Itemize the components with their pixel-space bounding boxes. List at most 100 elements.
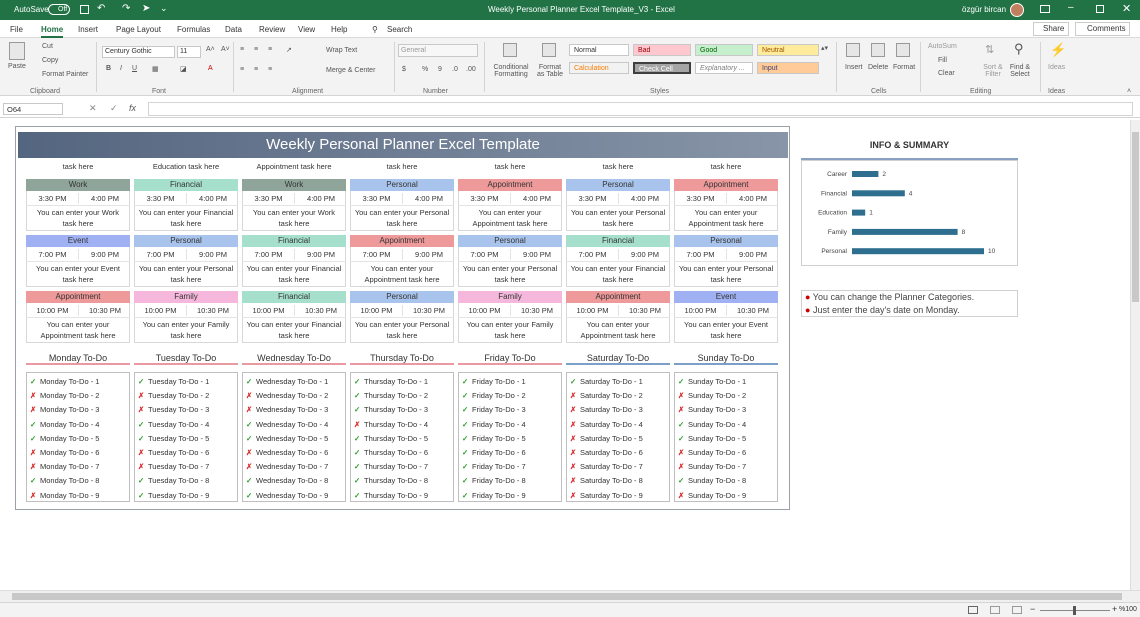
todo-item[interactable]: ✓ Friday To-Do - 2 <box>459 389 563 403</box>
find-select-icon[interactable]: ⚲ <box>1014 41 1024 57</box>
checkmark-icon[interactable]: ✓ <box>246 418 256 432</box>
schedule-cell[interactable]: Financial 3:30 PM 4:00 PM You can enter you… <box>134 179 238 231</box>
fill-color-icon[interactable]: ◪ <box>180 65 187 73</box>
tab-home[interactable]: Home <box>41 25 64 38</box>
ideas-button[interactable]: Ideas <box>1048 64 1065 71</box>
name-box[interactable]: O64 <box>3 103 63 115</box>
checkmark-icon[interactable]: ✓ <box>138 375 148 389</box>
checkmark-icon[interactable]: ✓ <box>30 375 40 389</box>
todo-item[interactable]: ✓ Friday To-Do - 3 <box>459 403 563 417</box>
tab-data[interactable]: Data <box>225 25 242 34</box>
cross-icon[interactable]: ✗ <box>30 489 40 503</box>
todo-item[interactable]: ✗ Sunday To-Do - 2 <box>675 389 779 403</box>
fill-button[interactable]: Fill <box>938 57 947 64</box>
todo-item[interactable]: ✗ Tuesday To-Do - 6 <box>135 446 239 460</box>
todo-item[interactable]: ✗ Tuesday To-Do - 3 <box>135 403 239 417</box>
font-size-select[interactable]: 11 <box>177 46 201 58</box>
todo-item[interactable]: ✗ Wednesday To-Do - 3 <box>243 403 347 417</box>
todo-item[interactable]: ✓ Friday To-Do - 4 <box>459 418 563 432</box>
cancel-icon[interactable]: ✕ <box>89 103 97 114</box>
checkmark-icon[interactable]: ✓ <box>462 403 472 417</box>
cross-icon[interactable]: ✗ <box>570 403 580 417</box>
redo-icon[interactable]: ↷ <box>122 3 130 14</box>
cross-icon[interactable]: ✗ <box>570 432 580 446</box>
task-cell-top[interactable]: task here <box>674 162 778 172</box>
todo-item[interactable]: ✓ Friday To-Do - 5 <box>459 432 563 446</box>
schedule-cell[interactable]: Family 10:00 PM 10:30 PM You can enter your… <box>134 291 238 343</box>
schedule-cell[interactable]: Personal 3:30 PM 4:00 PM You can enter your… <box>566 179 670 231</box>
todo-item[interactable]: ✗ Sunday To-Do - 6 <box>675 446 779 460</box>
cross-icon[interactable]: ✗ <box>30 403 40 417</box>
align-middle-icon[interactable]: ≡ <box>254 46 258 53</box>
checkmark-icon[interactable]: ✓ <box>462 418 472 432</box>
checkmark-icon[interactable]: ✓ <box>462 389 472 403</box>
todo-item[interactable]: ✓ Wednesday To-Do - 1 <box>243 375 347 389</box>
task-cell-top[interactable]: task here <box>26 162 130 172</box>
task-cell-top[interactable]: task here <box>566 162 670 172</box>
todo-item[interactable]: ✓ Wednesday To-Do - 8 <box>243 474 347 488</box>
sort-filter-button[interactable]: Sort & Filter <box>980 64 1006 78</box>
checkmark-icon[interactable]: ✓ <box>30 418 40 432</box>
wrap-text-button[interactable]: Wrap Text <box>326 47 357 54</box>
checkmark-icon[interactable]: ✓ <box>354 375 364 389</box>
zoom-out-icon[interactable]: − <box>1030 604 1035 614</box>
checkmark-icon[interactable]: ✓ <box>246 375 256 389</box>
cross-icon[interactable]: ✗ <box>246 446 256 460</box>
checkmark-icon[interactable]: ✓ <box>462 375 472 389</box>
formula-input[interactable] <box>148 102 1133 116</box>
todo-item[interactable]: ✓ Tuesday To-Do - 1 <box>135 375 239 389</box>
schedule-cell[interactable]: Appointment 3:30 PM 4:00 PM You can enter y… <box>674 179 778 231</box>
cross-icon[interactable]: ✗ <box>678 403 688 417</box>
schedule-cell[interactable]: Financial 10:00 PM 10:30 PM You can enter y… <box>242 291 346 343</box>
todo-item[interactable]: ✓ Tuesday To-Do - 5 <box>135 432 239 446</box>
checkmark-icon[interactable]: ✓ <box>138 474 148 488</box>
todo-item[interactable]: ✗ Saturday To-Do - 4 <box>567 418 671 432</box>
chart-bar[interactable] <box>852 209 866 216</box>
checkmark-icon[interactable]: ✓ <box>138 432 148 446</box>
todo-item[interactable]: ✓ Wednesday To-Do - 9 <box>243 489 347 503</box>
schedule-cell[interactable]: Personal 7:00 PM 9:00 PM You can enter your… <box>674 235 778 287</box>
checkmark-icon[interactable]: ✓ <box>354 446 364 460</box>
styles-scroll-icon[interactable]: ▴▾ <box>821 44 828 52</box>
style-bad[interactable]: Bad <box>633 44 691 56</box>
todo-item[interactable]: ✗ Saturday To-Do - 9 <box>567 489 671 503</box>
style-normal[interactable]: Normal <box>569 44 629 56</box>
todo-item[interactable]: ✓ Tuesday To-Do - 8 <box>135 474 239 488</box>
schedule-cell[interactable]: Financial 7:00 PM 9:00 PM You can enter you… <box>566 235 670 287</box>
horizontal-scrollbar[interactable] <box>0 590 1140 602</box>
cross-icon[interactable]: ✗ <box>354 418 364 432</box>
todo-item[interactable]: ✓ Sunday To-Do - 8 <box>675 474 779 488</box>
checkmark-icon[interactable]: ✓ <box>354 403 364 417</box>
page-break-view-icon[interactable] <box>1012 606 1022 614</box>
todo-item[interactable]: ✓ Friday To-Do - 6 <box>459 446 563 460</box>
todo-item[interactable]: ✓ Friday To-Do - 8 <box>459 474 563 488</box>
todo-item[interactable]: ✗ Saturday To-Do - 2 <box>567 389 671 403</box>
todo-item[interactable]: ✗ Sunday To-Do - 9 <box>675 489 779 503</box>
cross-icon[interactable]: ✗ <box>246 389 256 403</box>
increase-decimal-icon[interactable]: .0 <box>452 66 458 73</box>
schedule-cell[interactable]: Personal 10:00 PM 10:30 PM You can enter yo… <box>350 291 454 343</box>
todo-item[interactable]: ✓ Thursday To-Do - 8 <box>351 474 455 488</box>
schedule-cell[interactable]: Work 3:30 PM 4:00 PM You can enter your Wor… <box>26 179 130 231</box>
cross-icon[interactable]: ✗ <box>138 403 148 417</box>
todo-item[interactable]: ✗ Wednesday To-Do - 6 <box>243 446 347 460</box>
zoom-slider-thumb[interactable] <box>1073 606 1076 615</box>
todo-item[interactable]: ✓ Thursday To-Do - 6 <box>351 446 455 460</box>
percent-icon[interactable]: % <box>422 66 428 73</box>
paste-button[interactable]: Paste <box>8 63 26 70</box>
cross-icon[interactable]: ✗ <box>678 446 688 460</box>
merge-center-button[interactable]: Merge & Center <box>326 67 375 74</box>
todo-item[interactable]: ✓ Thursday To-Do - 9 <box>351 489 455 503</box>
shrink-font-icon[interactable]: A˅ <box>221 46 230 53</box>
align-bottom-icon[interactable]: ≡ <box>268 46 272 53</box>
todo-item[interactable]: ✗ Sunday To-Do - 7 <box>675 460 779 474</box>
checkmark-icon[interactable]: ✓ <box>678 418 688 432</box>
checkmark-icon[interactable]: ✓ <box>462 460 472 474</box>
todo-item[interactable]: ✓ Thursday To-Do - 2 <box>351 389 455 403</box>
comments-button[interactable]: Comments <box>1075 22 1130 36</box>
schedule-cell[interactable]: Personal 7:00 PM 9:00 PM You can enter your… <box>134 235 238 287</box>
todo-item[interactable]: ✗ Thursday To-Do - 4 <box>351 418 455 432</box>
insert-function-icon[interactable]: fx <box>129 103 136 113</box>
todo-item[interactable]: ✓ Wednesday To-Do - 4 <box>243 418 347 432</box>
autosave-toggle[interactable]: Off <box>48 4 70 15</box>
